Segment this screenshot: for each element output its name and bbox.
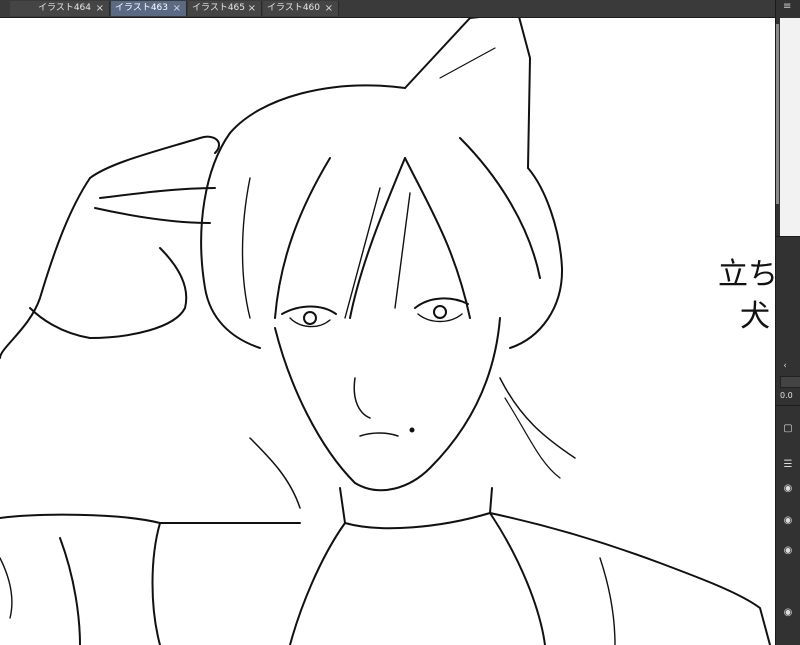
right-dock-panel: ≡ ‹ 0.0 ▢ ☰ ◉ ◉ ◉ ◉ <box>775 0 800 645</box>
panel-scrollbar[interactable] <box>776 24 779 204</box>
note-line-2: 犬 <box>740 299 770 334</box>
tab-label: イラスト460 <box>267 3 320 13</box>
panel-divider <box>776 236 800 237</box>
handwritten-note: 立ち 犬 <box>718 254 775 338</box>
panel-value-readout: 0.0 <box>780 391 793 400</box>
chevron-left-icon[interactable]: ‹ <box>779 360 791 372</box>
close-icon[interactable]: × <box>248 1 256 16</box>
note-line-1: 立ち <box>718 257 775 292</box>
tab-label: イラスト464 <box>38 3 91 13</box>
close-icon[interactable]: × <box>325 1 333 16</box>
document-tab-bar: イラスト464 × イラスト463 × イラスト465 × イラスト460 × … <box>0 0 800 18</box>
eye-icon[interactable]: ◉ <box>781 544 795 558</box>
tab-label: イラスト465 <box>192 3 245 13</box>
tab-illust-465[interactable]: イラスト465 × <box>188 1 262 16</box>
tab-illust-460[interactable]: イラスト460 × <box>263 1 339 16</box>
close-icon[interactable]: × <box>173 1 181 16</box>
panel-menu-icon[interactable]: ≡ <box>783 1 791 12</box>
tab-illust-464[interactable]: イラスト464 × <box>10 1 110 16</box>
panel-slider-field[interactable] <box>780 376 800 388</box>
square-icon[interactable]: ▢ <box>781 422 795 436</box>
layer-list-icon[interactable]: ☰ <box>781 458 795 472</box>
panel-divider <box>776 405 800 406</box>
drawing-canvas[interactable]: 立ち 犬 <box>0 18 775 645</box>
close-icon[interactable]: × <box>96 1 104 16</box>
line-art-sketch <box>0 18 771 645</box>
eye-icon[interactable]: ◉ <box>781 482 795 496</box>
tab-illust-463[interactable]: イラスト463 × <box>111 1 187 16</box>
tab-label: イラスト463 <box>115 3 168 13</box>
navigator-preview <box>780 18 800 236</box>
eye-icon[interactable]: ◉ <box>781 606 795 620</box>
eye-icon[interactable]: ◉ <box>781 514 795 528</box>
